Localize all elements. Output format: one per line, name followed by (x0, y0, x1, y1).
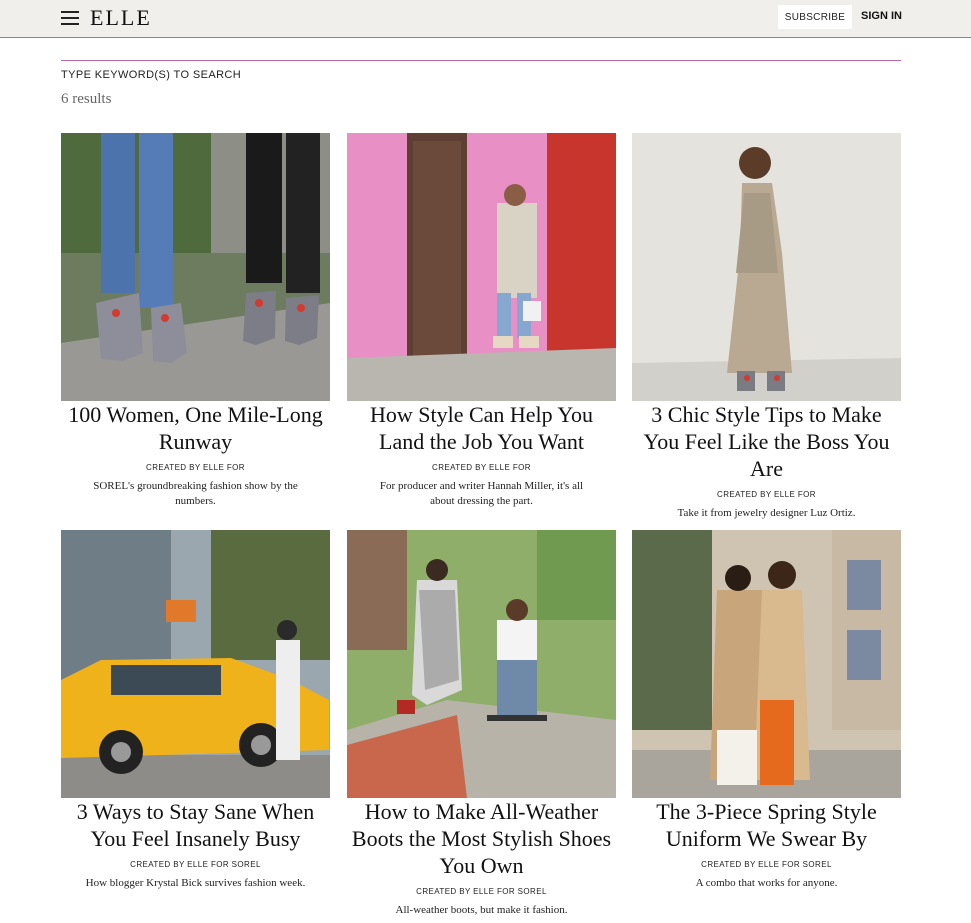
pink-wall-image (347, 133, 616, 401)
hamburger-menu-icon[interactable] (61, 11, 79, 25)
article-card[interactable]: 3 Ways to Stay Sane When You Feel Insane… (61, 530, 330, 891)
article-card[interactable]: How to Make All-Weather Boots the Most S… (347, 530, 616, 918)
article-credit: CREATED BY ELLE FOR SOREL (416, 887, 547, 896)
article-credit: CREATED BY ELLE FOR (432, 463, 531, 472)
results-count: 6 results (61, 91, 112, 107)
top-nav-bar: ELLE SUBSCRIBE SIGN IN (0, 0, 971, 38)
menu-line (61, 23, 79, 25)
article-credit: CREATED BY ELLE FOR SOREL (701, 860, 832, 869)
skateboard-park-image (347, 530, 616, 798)
article-image[interactable] (632, 530, 901, 798)
floral-dress-image (632, 133, 901, 401)
article-credit: CREATED BY ELLE FOR (146, 463, 245, 472)
search-input[interactable] (61, 66, 901, 84)
subscribe-button[interactable]: SUBSCRIBE (778, 5, 852, 29)
article-dek: All-weather boots, but make it fashion. (395, 904, 568, 916)
search-divider (61, 60, 901, 61)
article-image[interactable] (632, 133, 901, 401)
article-dek: Take it from jewelry designer Luz Ortiz. (677, 507, 856, 519)
article-dek: For producer and writer Hannah Miller, i… (379, 480, 584, 507)
sign-in-link[interactable]: SIGN IN (861, 10, 902, 22)
article-dek: SOREL's groundbreaking fashion show by t… (93, 480, 298, 507)
article-title[interactable]: The 3-Piece Spring Style Uniform We Swea… (632, 798, 901, 852)
article-image[interactable] (61, 530, 330, 798)
article-card[interactable]: 100 Women, One Mile-Long Runway CREATED … (61, 133, 330, 509)
article-title[interactable]: 3 Ways to Stay Sane When You Feel Insane… (61, 798, 330, 852)
menu-line (61, 17, 79, 19)
menu-line (61, 11, 79, 13)
article-credit: CREATED BY ELLE FOR (717, 490, 816, 499)
article-card[interactable]: 3 Chic Style Tips to Make You Feel Like … (632, 133, 901, 521)
article-title[interactable]: 100 Women, One Mile-Long Runway (61, 401, 330, 455)
article-image[interactable] (347, 530, 616, 798)
trench-coat-street-image (632, 530, 901, 798)
article-image[interactable] (347, 133, 616, 401)
article-card[interactable]: The 3-Piece Spring Style Uniform We Swea… (632, 530, 901, 891)
taxi-street-image (61, 530, 330, 798)
article-credit: CREATED BY ELLE FOR SOREL (130, 860, 261, 869)
article-dek: A combo that works for anyone. (695, 877, 838, 889)
article-title[interactable]: How to Make All-Weather Boots the Most S… (347, 798, 616, 879)
elle-logo[interactable]: ELLE (90, 6, 152, 30)
article-title[interactable]: 3 Chic Style Tips to Make You Feel Like … (632, 401, 901, 482)
article-dek: How blogger Krystal Bick survives fashio… (85, 877, 306, 889)
article-card[interactable]: How Style Can Help You Land the Job You … (347, 133, 616, 509)
runway-boots-image (61, 133, 330, 401)
article-title[interactable]: How Style Can Help You Land the Job You … (347, 401, 616, 455)
article-image[interactable] (61, 133, 330, 401)
